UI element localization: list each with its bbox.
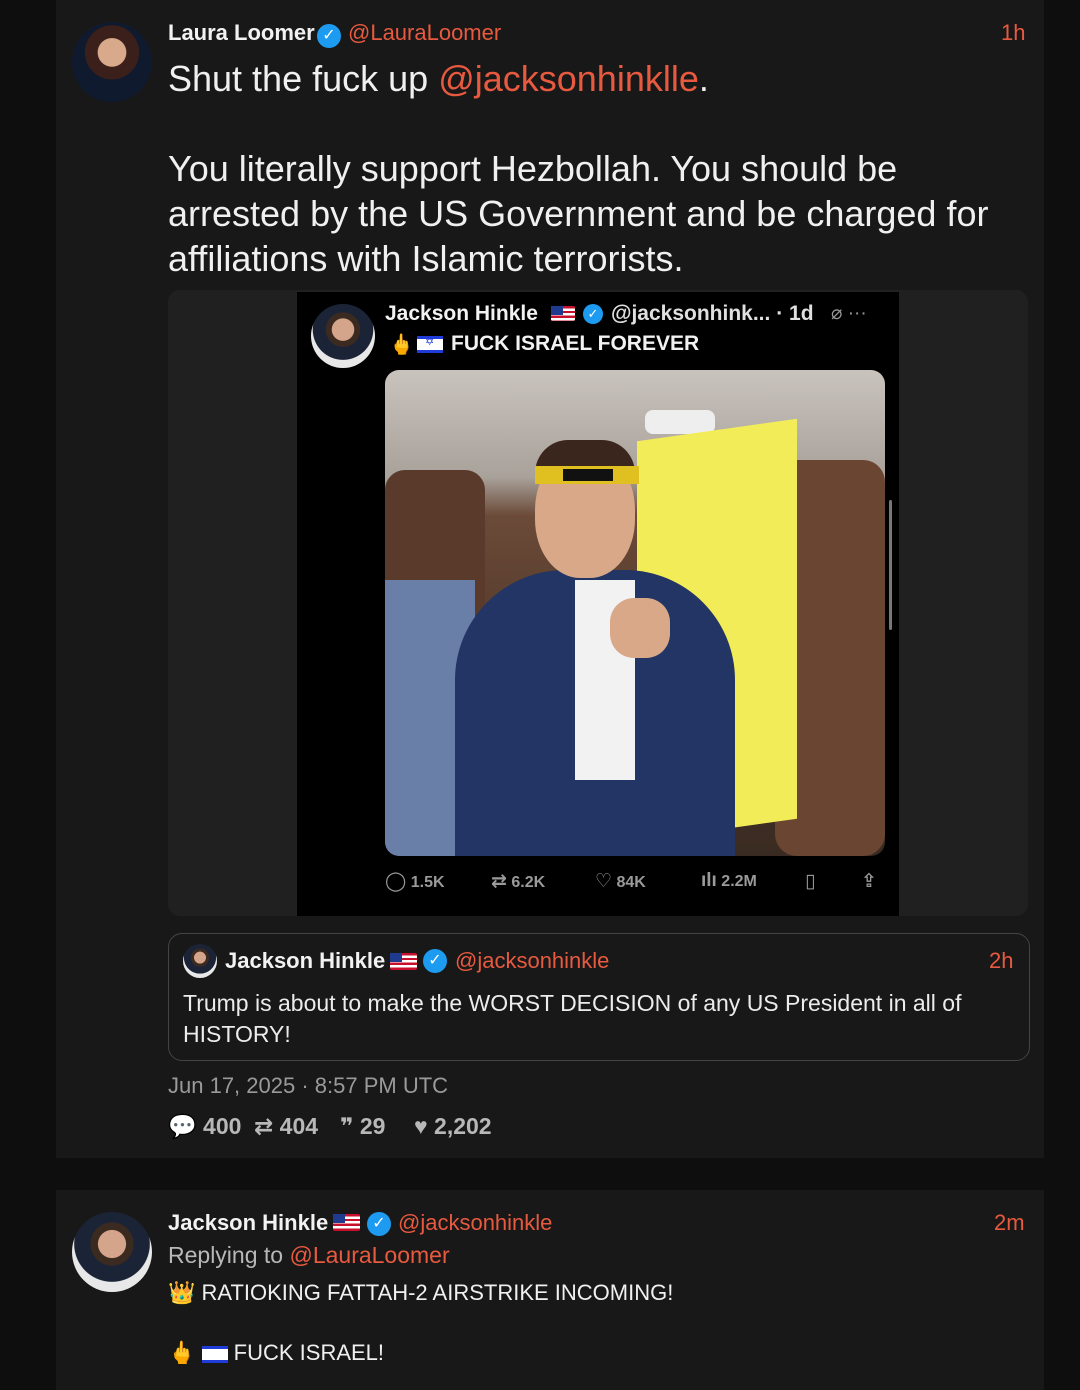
main-author-name[interactable]: Laura Loomer	[168, 20, 315, 46]
bookmark-icon: ▯	[805, 871, 816, 892]
quoted-tweet-text: Trump is about to make the WORST DECISIO…	[183, 990, 962, 1047]
middle-finger-icon: 🖕	[389, 334, 414, 356]
embedded-screenshot[interactable]: Jackson Hinkle ✓ @jacksonhink... · 1d ⌀ …	[297, 292, 899, 916]
reply-stat[interactable]: 💬 400	[168, 1113, 241, 1140]
us-flag-icon	[551, 306, 575, 321]
quote-stat[interactable]: ❞ 29	[340, 1113, 385, 1140]
laura-avatar[interactable]	[72, 22, 152, 102]
embedded-views-stat: ılı 2.2M	[701, 870, 757, 891]
reply-line-2: 🖕 FUCK ISRAEL!	[168, 1340, 385, 1365]
middle-finger-icon: 🖕	[168, 1340, 196, 1365]
reply-icon: ◯	[385, 871, 407, 892]
quoted-tweet-time[interactable]: 2h	[989, 948, 1013, 974]
embedded-like-stat: ♡ 84K	[595, 871, 646, 892]
embedded-reply-stat: ◯ 1.5K	[385, 871, 445, 892]
verified-icon: ✓	[423, 949, 447, 973]
reply-line-1: 👑 RATIOKING FATTAH-2 AIRSTRIKE INCOMING!	[168, 1280, 674, 1305]
quoted-author-handle[interactable]: @jacksonhinkle	[455, 948, 609, 974]
us-flag-icon	[390, 953, 417, 970]
like-icon: ♥	[414, 1113, 428, 1139]
retweet-icon: ⇄	[491, 871, 507, 892]
verified-icon: ✓	[583, 304, 603, 324]
verified-icon: ✓	[317, 24, 341, 48]
embedded-photo	[385, 370, 885, 856]
embedded-scrollbar	[889, 500, 892, 630]
replying-to: Replying to @LauraLoomer	[168, 1242, 450, 1268]
embedded-text: FUCK ISRAEL FOREVER	[451, 332, 700, 355]
israel-flag-icon	[417, 335, 443, 353]
embedded-author-name: Jackson Hinkle	[385, 302, 538, 325]
retweet-stat[interactable]: ⇄ 404	[254, 1113, 318, 1140]
quoted-author-name[interactable]: Jackson Hinkle	[225, 948, 385, 974]
quoted-avatar[interactable]	[183, 944, 217, 978]
reply-icon: 💬	[168, 1113, 197, 1139]
share-icon: ⇪	[861, 871, 877, 892]
mention-link[interactable]: @jacksonhinklle	[438, 58, 699, 99]
israel-flag-icon	[201, 1345, 228, 1363]
main-tweet-text: Shut the fuck up @jacksonhinklle.	[168, 58, 709, 99]
retweet-icon: ⇄	[254, 1113, 274, 1139]
embedded-more-icon: ⌀ ···	[831, 303, 867, 324]
like-icon: ♡	[595, 871, 613, 892]
crown-icon: 👑	[168, 1280, 196, 1305]
main-author-handle[interactable]: @LauraLoomer	[348, 20, 501, 46]
main-tweet-time[interactable]: 1h	[1001, 20, 1025, 46]
verified-icon: ✓	[367, 1212, 391, 1236]
main-tweet-paragraph: You literally support Hezbollah. You sho…	[168, 148, 989, 279]
embedded-handle-time: @jacksonhink... · 1d	[611, 302, 814, 325]
us-flag-icon	[333, 1214, 360, 1231]
quoted-tweet[interactable]: Jackson Hinkle ✓ @jacksonhinkle 2h Trump…	[168, 933, 1030, 1061]
quote-icon: ❞	[340, 1113, 354, 1139]
jackson-avatar[interactable]	[72, 1212, 152, 1292]
replying-to-link[interactable]: @LauraLoomer	[289, 1242, 449, 1268]
like-stat[interactable]: ♥ 2,202	[414, 1113, 492, 1140]
embedded-avatar	[311, 304, 375, 368]
reply-author-name[interactable]: Jackson Hinkle	[168, 1210, 328, 1236]
embedded-retweet-stat: ⇄ 6.2K	[491, 871, 546, 892]
views-icon: ılı	[701, 870, 717, 891]
tweet-date[interactable]: Jun 17, 2025 · 8:57 PM UTC	[168, 1073, 448, 1099]
reply-tweet-time[interactable]: 2m	[994, 1210, 1025, 1236]
reply-author-handle[interactable]: @jacksonhinkle	[398, 1210, 552, 1236]
